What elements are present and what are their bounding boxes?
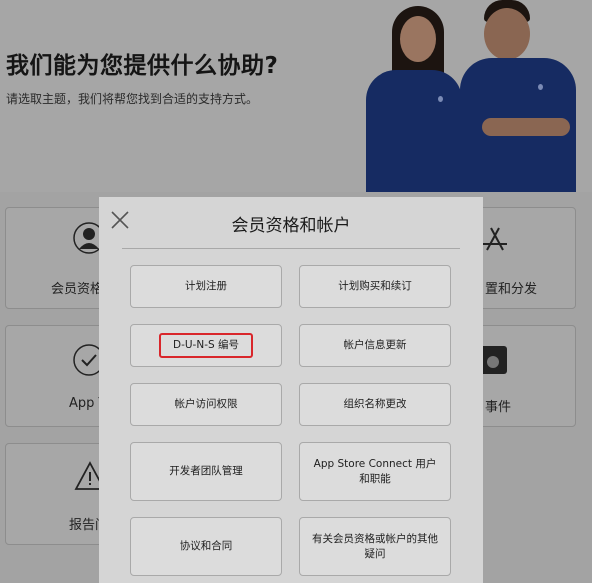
option-account-info-update[interactable]: 帐户信息更新 bbox=[299, 324, 451, 367]
option-other-questions[interactable]: 有关会员资格或帐户的其他疑问 bbox=[299, 517, 451, 576]
modal-title: 会员资格和帐户 bbox=[231, 216, 351, 236]
app-store-icon bbox=[483, 227, 507, 251]
membership-modal: 会员资格和帐户 计划注册 计划购买和续订 D-U-N-S 编号 帐户信息更新 帐… bbox=[99, 197, 483, 583]
page-title: 我们能为您提供什么协助? bbox=[6, 53, 279, 79]
tile-label: 置和分发 bbox=[485, 282, 538, 297]
duns-highlight: D-U-N-S 编号 bbox=[159, 333, 253, 358]
option-account-access[interactable]: 帐户访问权限 bbox=[130, 383, 282, 426]
option-program-enrollment[interactable]: 计划注册 bbox=[130, 265, 282, 308]
option-purchase-renewal[interactable]: 计划购买和续订 bbox=[299, 265, 451, 308]
tile-label: 事件 bbox=[485, 400, 512, 415]
tile-label: 会员资格 bbox=[51, 282, 104, 297]
option-duns-number[interactable]: D-U-N-S 编号 bbox=[130, 324, 282, 367]
page-subtitle: 请选取主题，我们将帮您找到合适的支持方式。 bbox=[6, 92, 259, 106]
option-team-management[interactable]: 开发者团队管理 bbox=[130, 442, 282, 501]
modal-divider bbox=[122, 248, 460, 249]
option-agreements-contracts[interactable]: 协议和合同 bbox=[130, 517, 282, 576]
option-app-store-connect-users[interactable]: App Store Connect 用户和职能 bbox=[299, 442, 451, 501]
staff-photo-man bbox=[460, 0, 578, 192]
staff-photo-woman bbox=[362, 0, 462, 192]
option-org-name-change[interactable]: 组织名称更改 bbox=[299, 383, 451, 426]
hero-section: 我们能为您提供什么协助? 请选取主题，我们将帮您找到合适的支持方式。 bbox=[0, 0, 592, 192]
